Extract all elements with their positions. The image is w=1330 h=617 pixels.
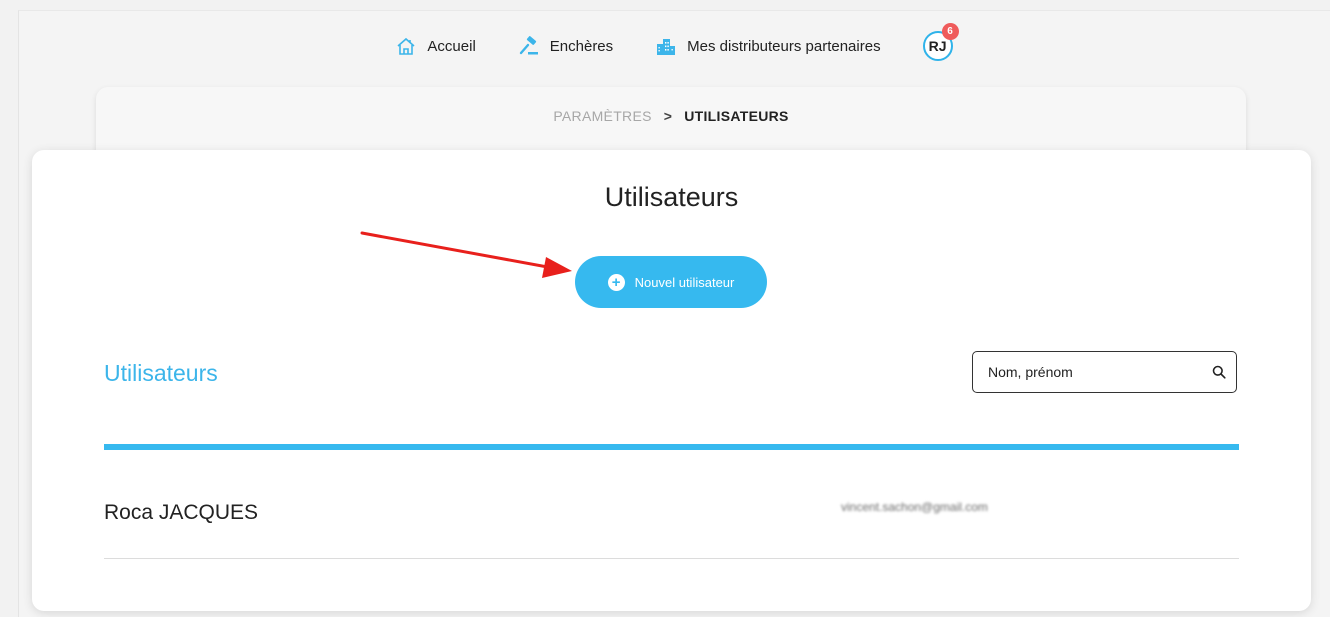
top-navigation-items: Accueil Enchères Mes distributeurs parte… (395, 23, 959, 61)
breadcrumb-separator: > (663, 108, 673, 124)
main-card: Utilisateurs + Nouvel utilisateur Utilis… (32, 150, 1311, 611)
user-avatar[interactable]: RJ 6 (922, 23, 959, 61)
nav-item-label: Mes distributeurs partenaires (687, 37, 881, 55)
page-title: Utilisateurs (604, 182, 739, 212)
avatar-initials: RJ (928, 38, 947, 54)
search-icon[interactable] (1212, 365, 1226, 379)
notification-badge: 6 (941, 23, 959, 40)
users-section-title: Utilisateurs (104, 360, 218, 386)
search-field[interactable] (972, 351, 1237, 393)
top-navigation: Accueil Enchères Mes distributeurs parte… (0, 23, 1330, 62)
nav-item-label: Accueil (427, 37, 476, 55)
breadcrumb-current: UTILISATEURS (684, 108, 789, 124)
new-user-button-label: Nouvel utilisateur (634, 274, 735, 290)
home-icon (395, 35, 417, 57)
user-name: Roca JACQUES (104, 501, 259, 524)
plus-circle-icon: + (607, 273, 625, 291)
nav-item-encheres[interactable]: Enchères (518, 35, 613, 57)
nav-item-mes-distributeurs[interactable]: Mes distributeurs partenaires (655, 35, 881, 57)
nav-item-label: Enchères (549, 37, 614, 55)
search-input[interactable] (986, 363, 1212, 381)
user-email: vincent.sachon@gmail.com (841, 500, 988, 514)
breadcrumb-parent[interactable]: PARAMÈTRES (553, 108, 651, 124)
buildings-icon (655, 35, 677, 57)
gavel-icon (518, 35, 540, 57)
table-row[interactable]: Roca JACQUES vincent.sachon@gmail.com (104, 480, 1239, 559)
table-header-bar (104, 444, 1239, 450)
new-user-button[interactable]: + Nouvel utilisateur (575, 256, 767, 308)
breadcrumb: PARAMÈTRES > UTILISATEURS (96, 108, 1246, 124)
nav-item-accueil[interactable]: Accueil (395, 35, 476, 57)
